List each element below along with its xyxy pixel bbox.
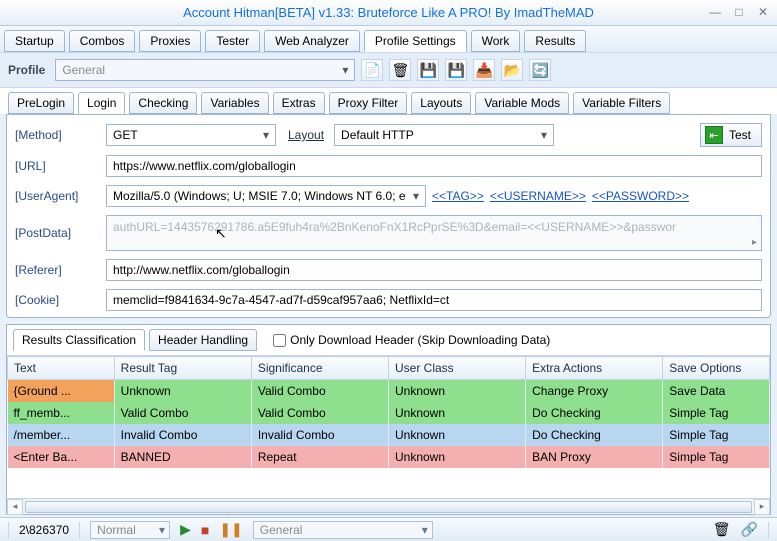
maximize-icon[interactable]: □ <box>731 4 747 20</box>
save-icon[interactable]: 💾 <box>417 59 439 81</box>
cell: Valid Combo <box>251 402 388 424</box>
stop-icon[interactable]: ■ <box>201 522 209 538</box>
main-tab-combos[interactable]: Combos <box>69 30 136 52</box>
status-progress: 2\826370 <box>19 523 69 537</box>
table-row[interactable]: <Enter Ba...BANNEDRepeatUnknownBAN Proxy… <box>8 446 770 468</box>
cell: ff_memb... <box>8 402 115 424</box>
main-tab-web-analyzer[interactable]: Web Analyzer <box>264 30 360 52</box>
trash-icon[interactable]: 🗑 <box>713 521 731 538</box>
cell: Simple Tag <box>663 424 770 446</box>
url-label: [URL] <box>15 159 100 173</box>
useragent-select[interactable]: Mozilla/5.0 (Windows; U; MSIE 7.0; Windo… <box>106 185 426 207</box>
cell: Valid Combo <box>251 380 388 403</box>
main-tab-proxies[interactable]: Proxies <box>139 30 201 52</box>
col-result-tag[interactable]: Result Tag <box>114 357 251 380</box>
sub-tab-prelogin[interactable]: PreLogin <box>8 92 74 114</box>
postdata-input[interactable]: authURL=1443576291786.a5E9fuh4ra%2BnKeno… <box>106 215 762 251</box>
sub-tab-proxy-filter[interactable]: Proxy Filter <box>329 92 408 114</box>
sub-tab-variable-filters[interactable]: Variable Filters <box>573 92 670 114</box>
cell: Unknown <box>388 446 525 468</box>
scroll-right-icon[interactable]: ▸ <box>754 499 770 515</box>
sub-tab-extras[interactable]: Extras <box>273 92 325 114</box>
tag-link[interactable]: <<TAG>> <box>432 189 484 203</box>
sub-tab-login[interactable]: Login <box>78 92 125 114</box>
pause-icon[interactable]: ❚❚ <box>219 521 242 538</box>
username-link[interactable]: <<USERNAME>> <box>490 189 586 203</box>
cell: Invalid Combo <box>114 424 251 446</box>
cell: Unknown <box>388 424 525 446</box>
mode-select[interactable]: Normal <box>90 521 170 539</box>
cookie-label: [Cookie] <box>15 293 100 307</box>
main-tab-results[interactable]: Results <box>524 30 586 52</box>
window-title: Account Hitman[BETA] v1.33: Bruteforce L… <box>183 5 594 20</box>
cell: Simple Tag <box>663 446 770 468</box>
cell: Repeat <box>251 446 388 468</box>
col-text[interactable]: Text <box>8 357 115 380</box>
cookie-input[interactable] <box>106 289 762 311</box>
save-all-icon[interactable]: 💾 <box>445 59 467 81</box>
scroll-left-icon[interactable]: ◂ <box>7 499 23 515</box>
sub-tab-checking[interactable]: Checking <box>129 92 197 114</box>
useragent-label: [UserAgent] <box>15 189 100 203</box>
table-row[interactable]: {Ground ...UnknownValid ComboUnknownChan… <box>8 380 770 403</box>
sub-tab-variable-mods[interactable]: Variable Mods <box>475 92 569 114</box>
minimize-icon[interactable]: — <box>707 4 723 20</box>
referer-label: [Referer] <box>15 263 100 277</box>
layout-label: Layout <box>288 128 324 142</box>
postdata-label: [PostData] <box>15 226 100 240</box>
cell: <Enter Ba... <box>8 446 115 468</box>
main-tab-startup[interactable]: Startup <box>4 30 65 52</box>
cell: Do Checking <box>526 424 663 446</box>
open-folder-icon[interactable]: 📂 <box>501 59 523 81</box>
list-select[interactable]: General <box>253 521 433 539</box>
password-link[interactable]: <<PASSWORD>> <box>592 189 689 203</box>
profile-label: Profile <box>8 63 45 77</box>
cell: Unknown <box>388 380 525 403</box>
cell: Unknown <box>114 380 251 403</box>
cell: Save Data <box>663 380 770 403</box>
results-tab-results-classification[interactable]: Results Classification <box>13 329 145 351</box>
test-icon: ⇤ <box>705 126 723 144</box>
referer-input[interactable] <box>106 259 762 281</box>
cell: BANNED <box>114 446 251 468</box>
table-row[interactable]: /member...Invalid ComboInvalid ComboUnkn… <box>8 424 770 446</box>
cell: Valid Combo <box>114 402 251 424</box>
play-icon[interactable]: ▶ <box>180 521 191 538</box>
col-user-class[interactable]: User Class <box>388 357 525 380</box>
horizontal-scrollbar[interactable]: ◂ ▸ <box>7 498 770 514</box>
cell: /member... <box>8 424 115 446</box>
main-tab-tester[interactable]: Tester <box>205 30 260 52</box>
close-icon[interactable]: ✕ <box>755 4 771 20</box>
cell: Simple Tag <box>663 402 770 424</box>
results-tab-header-handling[interactable]: Header Handling <box>149 329 257 351</box>
only-header-checkbox[interactable]: Only Download Header (Skip Downloading D… <box>273 333 550 347</box>
scroll-thumb[interactable] <box>25 501 752 513</box>
col-extra-actions[interactable]: Extra Actions <box>526 357 663 380</box>
method-select[interactable]: GET <box>106 124 276 146</box>
method-label: [Method] <box>15 128 100 142</box>
cell: Change Proxy <box>526 380 663 403</box>
col-save-options[interactable]: Save Options <box>663 357 770 380</box>
cell: Unknown <box>388 402 525 424</box>
cell: BAN Proxy <box>526 446 663 468</box>
link-icon[interactable]: 🔗 <box>741 521 758 538</box>
cell: {Ground ... <box>8 380 115 403</box>
sub-tab-layouts[interactable]: Layouts <box>411 92 471 114</box>
refresh-icon[interactable]: 🔄 <box>529 59 551 81</box>
main-tab-work[interactable]: Work <box>471 30 521 52</box>
delete-profile-icon[interactable]: 🗑 <box>389 59 411 81</box>
sub-tab-variables[interactable]: Variables <box>201 92 268 114</box>
col-significance[interactable]: Significance <box>251 357 388 380</box>
test-button[interactable]: ⇤ Test <box>700 123 762 147</box>
layout-select[interactable]: Default HTTP <box>334 124 554 146</box>
cell: Do Checking <box>526 402 663 424</box>
import-icon[interactable]: 📥 <box>473 59 495 81</box>
cell: Invalid Combo <box>251 424 388 446</box>
profile-select[interactable]: General <box>55 59 355 81</box>
url-input[interactable] <box>106 155 762 177</box>
new-profile-icon[interactable]: 📄 <box>361 59 383 81</box>
main-tab-profile-settings[interactable]: Profile Settings <box>364 30 467 52</box>
table-row[interactable]: ff_memb...Valid ComboValid ComboUnknownD… <box>8 402 770 424</box>
